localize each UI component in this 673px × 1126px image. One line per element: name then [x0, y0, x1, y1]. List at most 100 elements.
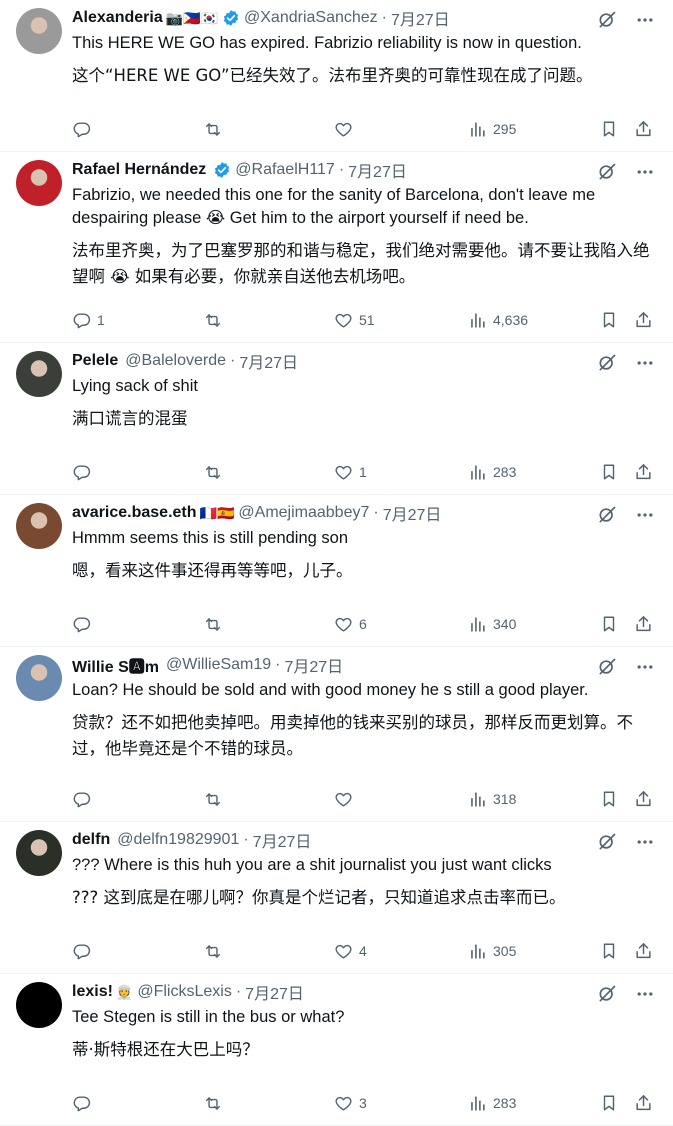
repost-button[interactable] [203, 463, 229, 482]
bookmark-button[interactable] [600, 614, 618, 634]
views-button[interactable]: 305 [468, 942, 516, 961]
more-icon[interactable] [635, 984, 655, 1009]
tweet-date[interactable]: 7月27日 [253, 828, 312, 852]
more-icon[interactable] [635, 162, 655, 187]
grok-icon[interactable] [597, 832, 617, 857]
display-name[interactable]: avarice.base.eth [72, 504, 197, 522]
more-icon[interactable] [635, 657, 655, 682]
views-button[interactable]: 283 [468, 1094, 516, 1113]
avatar[interactable] [16, 351, 62, 397]
share-button[interactable] [634, 941, 653, 961]
reply-button[interactable] [72, 463, 97, 482]
like-button[interactable]: 1 [334, 463, 367, 482]
bookmark-button[interactable] [600, 119, 618, 139]
user-handle[interactable]: @delfn19829901 [117, 831, 239, 849]
display-name[interactable]: Willie S🅰m [72, 653, 159, 677]
views-button[interactable]: 283 [468, 463, 516, 482]
share-button[interactable] [634, 119, 653, 139]
user-handle[interactable]: @Amejimaabbey7 [238, 504, 369, 522]
reply-tweet[interactable]: Rafael Hernández @RafaelH117 · 7月27日 Fab… [0, 152, 673, 343]
reply-button[interactable] [72, 942, 97, 961]
repost-button[interactable] [203, 120, 229, 139]
display-name[interactable]: lexis! [72, 983, 113, 1001]
user-handle[interactable]: @WillieSam19 [166, 656, 271, 674]
tweet-date[interactable]: 7月27日 [391, 6, 450, 30]
reply-tweet[interactable]: Willie S🅰m @WillieSam19 · 7月27日 Loan? He… [0, 647, 673, 822]
reply-button[interactable] [72, 790, 97, 809]
display-name[interactable]: Pelele [72, 352, 118, 370]
bookmark-button[interactable] [600, 941, 618, 961]
display-name[interactable]: Rafael Hernández [72, 161, 206, 179]
avatar[interactable] [16, 655, 62, 701]
avatar[interactable] [16, 830, 62, 876]
tweet-date[interactable]: 7月27日 [348, 158, 407, 182]
separator-dot: · [235, 983, 242, 1000]
tweet-date[interactable]: 7月27日 [383, 501, 442, 525]
share-button[interactable] [634, 614, 653, 634]
reply-icon [72, 942, 91, 961]
like-button[interactable] [334, 120, 359, 139]
share-button[interactable] [634, 1093, 653, 1113]
repost-button[interactable] [203, 615, 229, 634]
avatar[interactable] [16, 160, 62, 206]
user-handle[interactable]: @FlicksLexis [137, 983, 231, 1001]
display-name[interactable]: delfn [72, 831, 110, 849]
tweet-date[interactable]: 7月27日 [239, 349, 298, 373]
repost-button[interactable] [203, 942, 229, 961]
repost-icon [203, 942, 223, 961]
more-icon[interactable] [635, 353, 655, 378]
like-button[interactable]: 6 [334, 615, 367, 634]
grok-icon[interactable] [597, 353, 617, 378]
bookmark-icon [600, 119, 618, 139]
user-handle[interactable]: @RafaelH117 [235, 161, 335, 179]
bookmark-button[interactable] [600, 1093, 618, 1113]
tweet-date[interactable]: 7月27日 [284, 653, 343, 677]
share-button[interactable] [634, 789, 653, 809]
reply-tweet[interactable]: Alexanderia 📷🇵🇭🇰🇷 @XandriaSanchez · 7月27… [0, 0, 673, 152]
tweet-header: delfn @delfn19829901 · 7月27日 [72, 828, 657, 852]
user-handle[interactable]: @Baleloverde [125, 352, 226, 370]
reply-tweet[interactable]: lexis! 👳 @FlicksLexis · 7月27日 Tee Stegen… [0, 974, 673, 1126]
views-button[interactable]: 318 [468, 790, 516, 809]
more-icon[interactable] [635, 832, 655, 857]
more-icon[interactable] [635, 10, 655, 35]
views-button[interactable]: 295 [468, 120, 516, 139]
reply-tweet[interactable]: Pelele @Baleloverde · 7月27日 Lying sack o… [0, 343, 673, 495]
grok-icon[interactable] [597, 162, 617, 187]
like-button[interactable] [334, 790, 359, 809]
reply-tweet[interactable]: delfn @delfn19829901 · 7月27日 ??? Where i… [0, 822, 673, 974]
avatar[interactable] [16, 8, 62, 54]
avatar[interactable] [16, 982, 62, 1028]
bookmark-button[interactable] [600, 789, 618, 809]
more-icon[interactable] [635, 505, 655, 530]
reply-button[interactable] [72, 1094, 97, 1113]
views-count: 305 [493, 943, 517, 959]
like-button[interactable]: 3 [334, 1094, 367, 1113]
tweet-translation: 嗯，看来这件事还得再等等吧，儿子。 [72, 561, 353, 580]
repost-button[interactable] [203, 1094, 229, 1113]
views-icon [468, 615, 487, 634]
like-button[interactable]: 4 [334, 942, 367, 961]
grok-icon[interactable] [597, 10, 617, 35]
grok-icon[interactable] [597, 505, 617, 530]
views-button[interactable]: 340 [468, 615, 516, 634]
repost-button[interactable] [203, 311, 229, 330]
reply-feed: Alexanderia 📷🇵🇭🇰🇷 @XandriaSanchez · 7月27… [0, 0, 673, 1126]
repost-button[interactable] [203, 790, 229, 809]
bookmark-button[interactable] [600, 310, 618, 330]
user-handle[interactable]: @XandriaSanchez [244, 9, 378, 27]
reply-button[interactable]: 1 [72, 311, 105, 330]
share-button[interactable] [634, 462, 653, 482]
bookmark-button[interactable] [600, 462, 618, 482]
views-button[interactable]: 4,636 [468, 311, 528, 330]
like-button[interactable]: 51 [334, 311, 375, 330]
share-button[interactable] [634, 310, 653, 330]
reply-button[interactable] [72, 615, 97, 634]
grok-icon[interactable] [597, 657, 617, 682]
avatar[interactable] [16, 503, 62, 549]
grok-icon[interactable] [597, 984, 617, 1009]
tweet-date[interactable]: 7月27日 [245, 980, 304, 1004]
reply-button[interactable] [72, 120, 97, 139]
reply-tweet[interactable]: avarice.base.eth 🇫🇷🇪🇸 @Amejimaabbey7 · 7… [0, 495, 673, 647]
display-name[interactable]: Alexanderia [72, 9, 163, 27]
